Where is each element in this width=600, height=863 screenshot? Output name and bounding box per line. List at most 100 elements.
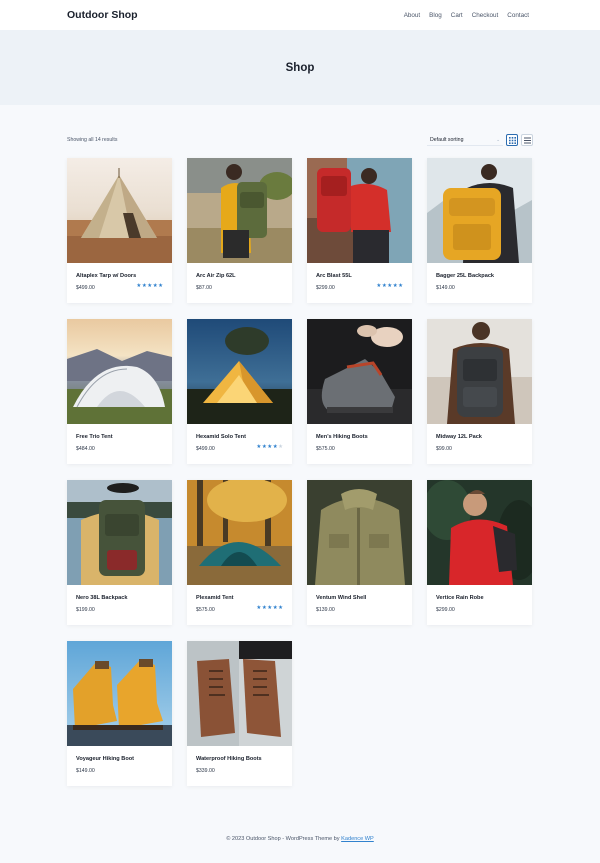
product-card[interactable]: Free Trio Tent $484.00 (67, 319, 172, 464)
sort-select[interactable]: Default sorting ⌄ (427, 134, 503, 146)
product-price: $299.00 (436, 607, 455, 613)
star-icon: ★ (278, 444, 283, 450)
product-image-red-jacket[interactable] (427, 480, 532, 585)
product-price: $484.00 (76, 446, 95, 452)
product-image-grey-backpack[interactable] (427, 319, 532, 424)
product-card[interactable]: Vertice Rain Robe $299.00 (427, 480, 532, 625)
product-name[interactable]: Bagger 25L Backpack (436, 273, 494, 279)
sort-selected-label: Default sorting (430, 136, 464, 143)
product-name[interactable]: Vertice Rain Robe (436, 595, 484, 601)
star-icon: ★ (381, 283, 387, 289)
site-footer: © 2023 Outdoor Shop - WordPress Theme by… (0, 836, 600, 842)
star-icon: ★ (141, 283, 147, 289)
product-name[interactable]: Hexamid Solo Tent (196, 434, 246, 440)
product-name[interactable]: Voyageur Hiking Boot (76, 756, 134, 762)
nav-link-contact[interactable]: Contact (507, 12, 529, 19)
star-icon: ★ (267, 605, 273, 611)
product-card[interactable]: Altaplex Tarp w/ Doors $499.00 ★ ★ ★ ★ ★ (67, 158, 172, 303)
product-card[interactable]: Voyageur Hiking Boot $149.00 (67, 641, 172, 786)
product-card[interactable]: Nero 38L Backpack $199.00 (67, 480, 172, 625)
product-rating: ★ ★ ★ ★ ★ (256, 444, 283, 450)
product-grid: Altaplex Tarp w/ Doors $499.00 ★ ★ ★ ★ ★ Arc… (67, 158, 533, 786)
product-price: $149.00 (436, 285, 455, 291)
product-rating: ★ ★ ★ ★ ★ (136, 283, 163, 289)
star-icon: ★ (272, 444, 278, 450)
product-image-teal-tent[interactable] (187, 480, 292, 585)
product-card[interactable]: Ventum Wind Shell $139.00 (307, 480, 412, 625)
product-price: $339.00 (196, 768, 215, 774)
product-image-lit-tent[interactable] (187, 319, 292, 424)
product-rating: ★ ★ ★ ★ ★ (376, 283, 403, 289)
product-rating: ★ ★ ★ ★ ★ (256, 605, 283, 611)
product-image-yellow-boots[interactable] (67, 641, 172, 746)
star-icon: ★ (147, 283, 153, 289)
star-icon: ★ (136, 283, 142, 289)
product-image-hiker-red-pack[interactable] (307, 158, 412, 263)
toolbar-controls: Default sorting ⌄ (427, 134, 533, 146)
footer-text: © 2023 Outdoor Shop - WordPress Theme by (226, 836, 342, 842)
shop-toolbar: Showing all 14 results Default sorting ⌄ (67, 133, 533, 147)
star-icon: ★ (398, 283, 403, 289)
nav-link-about[interactable]: About (404, 12, 420, 19)
star-icon: ★ (387, 283, 393, 289)
product-card[interactable]: Arc Air Zip 62L $87.00 (187, 158, 292, 303)
site-title-link[interactable]: Outdoor Shop (67, 9, 138, 21)
product-price: $299.00 (316, 285, 335, 291)
product-name[interactable]: Arc Blast 55L (316, 273, 352, 279)
product-price: $575.00 (196, 607, 215, 613)
product-price: $499.00 (76, 285, 95, 291)
product-price: $575.00 (316, 446, 335, 452)
product-price: $149.00 (76, 768, 95, 774)
star-icon: ★ (261, 605, 267, 611)
product-name[interactable]: Altaplex Tarp w/ Doors (76, 273, 136, 279)
product-name[interactable]: Ventum Wind Shell (316, 595, 366, 601)
product-card[interactable]: Bagger 25L Backpack $149.00 (427, 158, 532, 303)
product-price: $87.00 (196, 285, 212, 291)
product-name[interactable]: Waterproof Hiking Boots (196, 756, 262, 762)
product-name[interactable]: Nero 38L Backpack (76, 595, 128, 601)
product-card[interactable]: Midway 12L Pack $99.00 (427, 319, 532, 464)
product-card[interactable]: Arc Blast 55L $299.00 ★ ★ ★ ★ ★ (307, 158, 412, 303)
chevron-down-icon: ⌄ (496, 136, 500, 142)
site-header: Outdoor Shop About Blog Cart Checkout Co… (0, 0, 600, 30)
product-price: $99.00 (436, 446, 452, 452)
grid-view-icon (508, 136, 516, 144)
product-image-hiker-green-pack[interactable] (187, 158, 292, 263)
star-icon: ★ (158, 283, 163, 289)
main-nav: About Blog Cart Checkout Contact (404, 12, 529, 19)
product-image-brown-boots[interactable] (187, 641, 292, 746)
nav-link-checkout[interactable]: Checkout (472, 12, 499, 19)
star-icon: ★ (256, 444, 262, 450)
page-title: Shop (285, 61, 315, 74)
footer-credit-link[interactable]: Kadence WP (341, 836, 374, 842)
product-price: $139.00 (316, 607, 335, 613)
product-image-bell-tent[interactable] (67, 158, 172, 263)
nav-link-cart[interactable]: Cart (451, 12, 463, 19)
list-view-icon (523, 137, 531, 143)
product-image-hiker-lake[interactable] (67, 480, 172, 585)
product-name[interactable]: Arc Air Zip 62L (196, 273, 236, 279)
star-icon: ★ (267, 444, 273, 450)
product-name[interactable]: Men's Hiking Boots (316, 434, 368, 440)
product-image-yellow-backpack[interactable] (427, 158, 532, 263)
star-icon: ★ (261, 444, 267, 450)
product-card[interactable]: Plexamid Tent $575.00 ★ ★ ★ ★ ★ (187, 480, 292, 625)
product-card[interactable]: Waterproof Hiking Boots $339.00 (187, 641, 292, 786)
product-image-lacing-boot[interactable] (307, 319, 412, 424)
product-name[interactable]: Midway 12L Pack (436, 434, 482, 440)
product-image-olive-jacket[interactable] (307, 480, 412, 585)
product-card[interactable]: Men's Hiking Boots $575.00 (307, 319, 412, 464)
product-image-white-tent[interactable] (67, 319, 172, 424)
grid-view-button[interactable] (506, 134, 518, 146)
star-icon: ★ (278, 605, 283, 611)
result-count: Showing all 14 results (67, 137, 118, 143)
list-view-button[interactable] (521, 134, 533, 146)
product-name[interactable]: Plexamid Tent (196, 595, 234, 601)
nav-link-blog[interactable]: Blog (429, 12, 442, 19)
product-card[interactable]: Hexamid Solo Tent $499.00 ★ ★ ★ ★ ★ (187, 319, 292, 464)
star-icon: ★ (392, 283, 398, 289)
product-name[interactable]: Free Trio Tent (76, 434, 113, 440)
product-price: $499.00 (196, 446, 215, 452)
star-icon: ★ (376, 283, 382, 289)
product-price: $199.00 (76, 607, 95, 613)
